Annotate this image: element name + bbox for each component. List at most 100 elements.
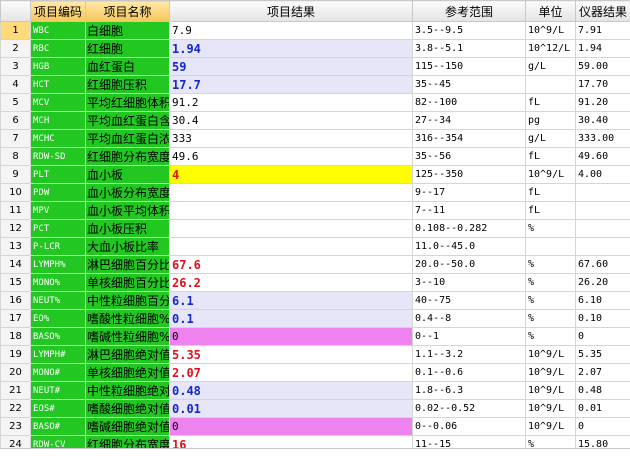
- item-result-cell[interactable]: 59: [170, 58, 413, 76]
- item-result-cell[interactable]: [170, 238, 413, 256]
- reference-range-cell: 316--354: [413, 130, 526, 148]
- row-number[interactable]: 2: [1, 40, 31, 58]
- row-number[interactable]: 17: [1, 310, 31, 328]
- header-item-name[interactable]: 项目名称: [86, 1, 170, 22]
- row-number[interactable]: 12: [1, 220, 31, 238]
- unit-cell: 10^9/L: [526, 400, 576, 418]
- instrument-result-cell: 2.07: [576, 364, 630, 382]
- table-row[interactable]: 2RBC红细胞1.943.8--5.110^12/L1.94: [1, 40, 630, 58]
- item-result-cell[interactable]: 91.2: [170, 94, 413, 112]
- row-number[interactable]: 19: [1, 346, 31, 364]
- item-result-cell[interactable]: 49.6: [170, 148, 413, 166]
- table-row[interactable]: 12PCT血小板压积0.108--0.282%: [1, 220, 630, 238]
- item-result-cell[interactable]: 4: [170, 166, 413, 184]
- item-result-cell[interactable]: 0: [170, 328, 413, 346]
- item-code-cell: EO%: [31, 310, 86, 328]
- item-result-cell[interactable]: [170, 202, 413, 220]
- item-result-cell[interactable]: 0: [170, 418, 413, 436]
- row-number[interactable]: 16: [1, 292, 31, 310]
- header-reference-range[interactable]: 参考范围: [413, 1, 526, 22]
- row-number[interactable]: 14: [1, 256, 31, 274]
- table-row[interactable]: 14LYMPH%淋巴细胞百分比67.620.0--50.0%67.60: [1, 256, 630, 274]
- header-instrument-result[interactable]: 仪器结果: [576, 1, 630, 22]
- unit-cell: %: [526, 220, 576, 238]
- item-name-cell: 嗜酸细胞绝对值: [86, 400, 170, 418]
- header-row-indicator[interactable]: [1, 1, 31, 22]
- table-row[interactable]: 10PDW血小板分布宽度9--17fL: [1, 184, 630, 202]
- unit-cell: pg: [526, 112, 576, 130]
- table-row[interactable]: 20MONO#单核细胞绝对值2.070.1--0.610^9/L2.07: [1, 364, 630, 382]
- item-result-cell[interactable]: 17.7: [170, 76, 413, 94]
- unit-cell: 10^9/L: [526, 346, 576, 364]
- item-result-cell[interactable]: [170, 184, 413, 202]
- table-row[interactable]: 18BASO%嗜碱性粒细胞%00--1%0: [1, 328, 630, 346]
- table-row[interactable]: 6MCH平均血红蛋白含量30.427--34pg30.40: [1, 112, 630, 130]
- reference-range-cell: 3.5--9.5: [413, 22, 526, 40]
- row-number[interactable]: 3: [1, 58, 31, 76]
- table-row[interactable]: 16NEUT%中性粒细胞百分比6.140--75%6.10: [1, 292, 630, 310]
- item-result-cell[interactable]: 0.01: [170, 400, 413, 418]
- table-row[interactable]: 15MONO%单核细胞百分比26.23--10%26.20: [1, 274, 630, 292]
- header-item-result[interactable]: 项目结果: [170, 1, 413, 22]
- table-row[interactable]: 4HCT红细胞压积17.735--4517.70: [1, 76, 630, 94]
- header-unit[interactable]: 单位: [526, 1, 576, 22]
- row-number[interactable]: 7: [1, 130, 31, 148]
- row-number[interactable]: 15: [1, 274, 31, 292]
- row-number[interactable]: 22: [1, 400, 31, 418]
- row-number[interactable]: 5: [1, 94, 31, 112]
- reference-range-cell: 0.1--0.6: [413, 364, 526, 382]
- item-result-cell[interactable]: 30.4: [170, 112, 413, 130]
- item-name-cell: 淋巴细胞绝对值: [86, 346, 170, 364]
- item-code-cell: MCV: [31, 94, 86, 112]
- table-row[interactable]: 19LYMPH#淋巴细胞绝对值5.351.1--3.210^9/L5.35: [1, 346, 630, 364]
- table-row[interactable]: 3HGB血红蛋白59115--150g/L59.00: [1, 58, 630, 76]
- item-name-cell: 血小板分布宽度: [86, 184, 170, 202]
- item-result-cell[interactable]: 2.07: [170, 364, 413, 382]
- table-row[interactable]: 11MPV血小板平均体积7--11fL: [1, 202, 630, 220]
- instrument-result-cell: 0.48: [576, 382, 630, 400]
- item-name-cell: 中性粒细胞百分比: [86, 292, 170, 310]
- row-number[interactable]: 13: [1, 238, 31, 256]
- table-row[interactable]: 13P-LCR大血小板比率11.0--45.0: [1, 238, 630, 256]
- item-result-cell[interactable]: 26.2: [170, 274, 413, 292]
- row-number[interactable]: 23: [1, 418, 31, 436]
- item-result-cell[interactable]: 0.48: [170, 382, 413, 400]
- table-row[interactable]: 5MCV平均红细胞体积91.282--100fL91.20: [1, 94, 630, 112]
- item-code-cell: MCH: [31, 112, 86, 130]
- table-row[interactable]: 22EOS#嗜酸细胞绝对值0.010.02--0.5210^9/L0.01: [1, 400, 630, 418]
- row-number[interactable]: 8: [1, 148, 31, 166]
- row-number[interactable]: 6: [1, 112, 31, 130]
- row-number[interactable]: 20: [1, 364, 31, 382]
- row-number[interactable]: 4: [1, 76, 31, 94]
- header-row: 项目编码 项目名称 项目结果 参考范围 单位 仪器结果: [1, 1, 630, 22]
- table-row[interactable]: 17EO%嗜酸性粒细胞%0.10.4--8%0.10: [1, 310, 630, 328]
- table-row[interactable]: 9PLT血小板4125--35010^9/L4.00: [1, 166, 630, 184]
- instrument-result-cell: 91.20: [576, 94, 630, 112]
- table-row[interactable]: 7MCHC平均血红蛋白浓度333316--354g/L333.00: [1, 130, 630, 148]
- item-result-cell[interactable]: 1.94: [170, 40, 413, 58]
- item-result-cell[interactable]: 7.9: [170, 22, 413, 40]
- reference-range-cell: 1.8--6.3: [413, 382, 526, 400]
- row-number[interactable]: 9: [1, 166, 31, 184]
- item-name-cell: 嗜碱性粒细胞%: [86, 328, 170, 346]
- item-result-cell[interactable]: 6.1: [170, 292, 413, 310]
- item-name-cell: 嗜酸性粒细胞%: [86, 310, 170, 328]
- reference-range-cell: 3--10: [413, 274, 526, 292]
- item-result-cell[interactable]: 67.6: [170, 256, 413, 274]
- item-result-cell[interactable]: 0.1: [170, 310, 413, 328]
- item-result-cell[interactable]: 5.35: [170, 346, 413, 364]
- row-number[interactable]: 18: [1, 328, 31, 346]
- row-number[interactable]: 21: [1, 382, 31, 400]
- item-result-cell[interactable]: [170, 220, 413, 238]
- row-number[interactable]: 1: [1, 22, 31, 40]
- header-item-code[interactable]: 项目编码: [31, 1, 86, 22]
- item-code-cell: LYMPH#: [31, 346, 86, 364]
- instrument-result-cell: 0: [576, 328, 630, 346]
- table-row[interactable]: 8RDW-SD红细胞分布宽度49.635--56fL49.60: [1, 148, 630, 166]
- table-row[interactable]: 21NEUT#中性粒细胞绝对值0.481.8--6.310^9/L0.48: [1, 382, 630, 400]
- table-row[interactable]: 1WBC白细胞7.93.5--9.510^9/L7.91: [1, 22, 630, 40]
- table-row[interactable]: 23BASO#嗜碱细胞绝对值00--0.0610^9/L0: [1, 418, 630, 436]
- item-result-cell[interactable]: 333: [170, 130, 413, 148]
- row-number[interactable]: 10: [1, 184, 31, 202]
- row-number[interactable]: 11: [1, 202, 31, 220]
